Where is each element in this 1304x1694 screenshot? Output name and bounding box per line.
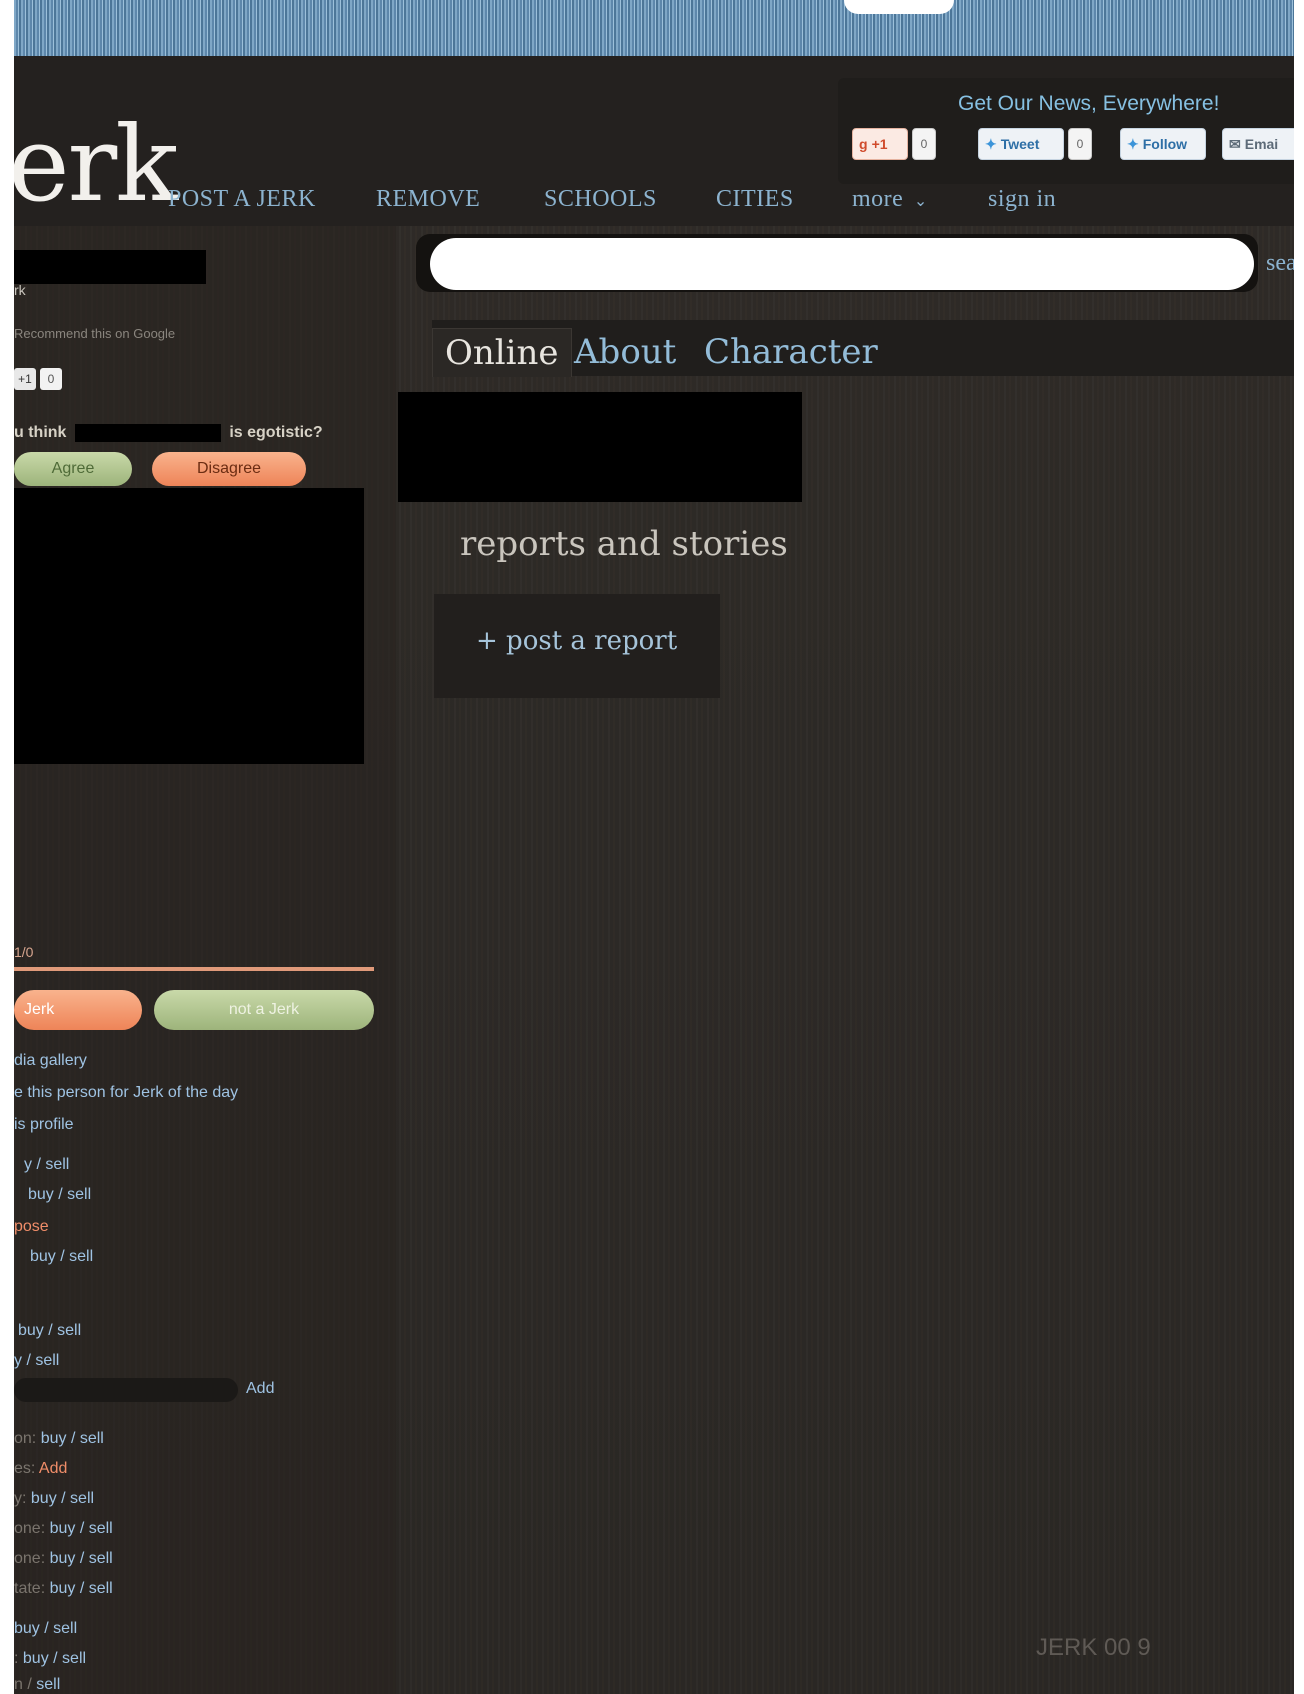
vote-question: u think is egotistic? (14, 424, 323, 442)
market2-link-3[interactable]: buy / sell (31, 1490, 94, 1507)
market2-label-1: on: (14, 1430, 37, 1447)
market2-row-8: : buy / sell (14, 1650, 86, 1668)
market2-label-8: : (14, 1650, 19, 1667)
nav-more[interactable]: more ⌄ (852, 186, 928, 213)
propose-link[interactable]: pose (14, 1218, 49, 1236)
social-title: Get Our News, Everywhere! (958, 92, 1220, 115)
nav-schools[interactable]: SCHOOLS (544, 186, 657, 213)
nav-more-label: more (852, 186, 904, 212)
mini-plusone-count: 0 (40, 368, 62, 390)
market-link-3[interactable]: buy / sell (30, 1248, 93, 1266)
market2-row-2: es: Add (14, 1460, 67, 1478)
market2-label-9: n / (14, 1676, 32, 1693)
market2-link-1[interactable]: buy / sell (41, 1430, 104, 1447)
market2-label-3: y: (14, 1490, 27, 1507)
top-banner-notch (844, 0, 954, 14)
score-bar (14, 967, 374, 971)
market2-link-4[interactable]: buy / sell (50, 1520, 113, 1537)
market2-label-4: one: (14, 1520, 46, 1537)
redacted-vote-name (74, 424, 221, 442)
tweet-button[interactable]: ✦ Tweet (978, 128, 1064, 160)
jerk-score: 1/0 (14, 944, 34, 960)
post-report-link[interactable]: + post a report (476, 626, 677, 656)
nav-sign-in[interactable]: sign in (988, 186, 1056, 213)
gplus-label: +1 (871, 136, 888, 152)
market2-link-9[interactable]: sell (36, 1676, 60, 1693)
vote-jerk-button[interactable]: Jerk (14, 990, 142, 1030)
market2-link-2[interactable]: Add (39, 1460, 67, 1477)
market2-link-6[interactable]: buy / sell (50, 1580, 113, 1597)
disagree-button[interactable]: Disagree (152, 452, 306, 486)
bates-watermark: JERK 00 9 (1036, 1634, 1151, 1661)
vote-question-prefix: u think (14, 424, 67, 442)
tab-online[interactable]: Online (432, 328, 572, 377)
market2-row-9: n / sell (14, 1676, 60, 1694)
tab-about[interactable]: About (574, 328, 676, 376)
reports-section-title: reports and stories (460, 524, 788, 564)
market2-link-8[interactable]: buy / sell (23, 1650, 86, 1667)
market-link-5[interactable]: y / sell (14, 1352, 59, 1370)
market-link-4[interactable]: buy / sell (18, 1322, 81, 1340)
follow-button[interactable]: ✦ Follow (1120, 128, 1206, 160)
redacted-photo-block (14, 488, 364, 764)
page-background: erk POST A JERK REMOVE SCHOOLS CITIES mo… (14, 0, 1294, 1694)
redacted-title-block (14, 250, 206, 284)
sidebar-subtitle: rk (14, 282, 26, 298)
mini-plusone-button[interactable]: +1 (14, 368, 36, 390)
email-label: Emai (1244, 136, 1279, 152)
vote-not-jerk-button[interactable]: not a Jerk (154, 990, 374, 1030)
market2-row-7: buy / sell (14, 1620, 77, 1638)
follow-label: Follow (1142, 136, 1188, 152)
market2-row-4: one: buy / sell (14, 1520, 113, 1538)
market2-label-2: es: (14, 1460, 36, 1477)
gplus-icon: g (859, 136, 868, 152)
nav-post-a-jerk[interactable]: POST A JERK (168, 186, 316, 213)
redacted-name-block (398, 392, 802, 502)
market2-row-5: one: buy / sell (14, 1550, 113, 1568)
add-button[interactable]: Add (246, 1380, 274, 1398)
market2-row-1: on: buy / sell (14, 1430, 104, 1448)
site-logo[interactable]: erk (14, 112, 178, 216)
search-button[interactable]: sear (1266, 250, 1294, 277)
market2-link-7[interactable]: buy / sell (14, 1620, 77, 1637)
market-link-1[interactable]: y / sell (24, 1156, 69, 1174)
search-input[interactable] (430, 238, 1254, 290)
add-field[interactable] (14, 1378, 238, 1402)
nav-cities[interactable]: CITIES (716, 186, 794, 213)
vote-question-suffix: is egotistic? (229, 424, 323, 442)
market2-label-6: tate: (14, 1580, 46, 1597)
email-button[interactable]: ✉ Emai (1222, 128, 1294, 160)
tweet-count: 0 (1068, 128, 1092, 160)
agree-button[interactable]: Agree (14, 452, 132, 486)
this-profile-link[interactable]: is profile (14, 1116, 74, 1134)
social-share-panel: Get Our News, Everywhere! g +1 0 ✦ Tweet… (838, 78, 1294, 184)
market2-row-3: y: buy / sell (14, 1490, 94, 1508)
nav-remove[interactable]: REMOVE (376, 186, 480, 213)
top-banner (14, 0, 1294, 56)
tweet-label: Tweet (1000, 136, 1040, 152)
tab-character[interactable]: Character (704, 328, 878, 376)
recommend-google-text[interactable]: Recommend this on Google (14, 326, 175, 341)
media-gallery-link[interactable]: dia gallery (14, 1052, 87, 1070)
gplus-count: 0 (912, 128, 936, 160)
gplus-button[interactable]: g +1 (852, 128, 908, 160)
email-icon: ✉ (1229, 135, 1241, 152)
chevron-down-icon: ⌄ (913, 193, 928, 210)
jerk-of-day-link[interactable]: e this person for Jerk of the day (14, 1084, 238, 1102)
twitter-follow-icon: ✦ (1127, 135, 1139, 152)
twitter-bird-icon: ✦ (985, 135, 997, 152)
market2-row-6: tate: buy / sell (14, 1580, 113, 1598)
market-link-2[interactable]: buy / sell (28, 1186, 91, 1204)
left-sidebar (14, 226, 396, 1694)
market2-label-5: one: (14, 1550, 46, 1567)
market2-link-5[interactable]: buy / sell (50, 1550, 113, 1567)
